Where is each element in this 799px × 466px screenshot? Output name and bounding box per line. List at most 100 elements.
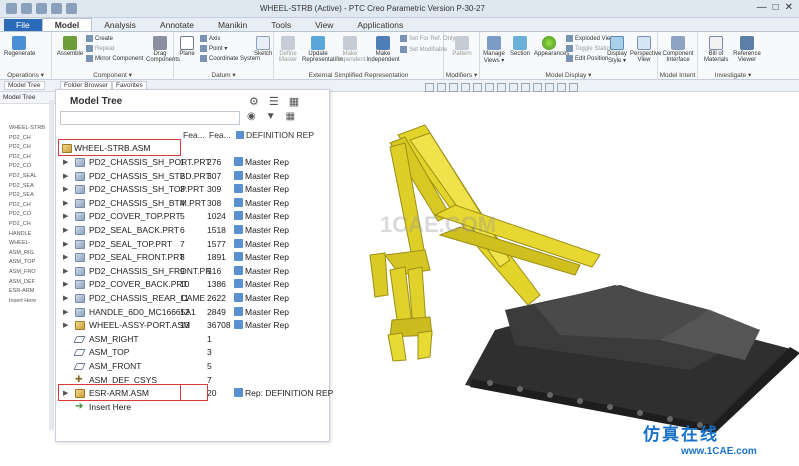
close-icon[interactable]: ✕ [785, 2, 793, 13]
navigator-item[interactable]: WHEEL- [0, 239, 55, 249]
pattern-button[interactable]: Pattern [448, 36, 476, 57]
tree-row[interactable]: ASM_TOP 3 [56, 346, 329, 359]
tree-search-input[interactable] [60, 111, 240, 125]
section-button[interactable]: Section [508, 36, 532, 57]
appearances-button[interactable]: Appearances [534, 36, 569, 57]
refit-icon[interactable] [425, 83, 434, 92]
column-header-definition-rep[interactable]: DEFINITION REP [236, 130, 314, 140]
expand-arrow-icon[interactable]: ▶ [63, 199, 68, 207]
mirror-component-button[interactable]: Mirror Component [86, 55, 143, 62]
navigator-item[interactable]: ESR-ARM [0, 287, 55, 297]
navigator-item[interactable]: WHEEL-STRB [0, 124, 55, 134]
tab-file[interactable]: File [4, 19, 42, 31]
expand-arrow-icon[interactable]: ▶ [63, 172, 68, 180]
navigator-item[interactable]: PD2_CH [0, 201, 55, 211]
navigator-item[interactable]: HANDLE [0, 230, 55, 240]
options-icon[interactable]: ▦ [286, 111, 295, 122]
tree-row[interactable]: ▶ PD2_CHASSIS_SH_TOP.PRT 3 309 Master Rep [56, 183, 329, 196]
navigator-item[interactable]: ASM_FRO [0, 268, 55, 278]
undo-icon[interactable] [51, 3, 62, 14]
display-style-toolbar-icon[interactable] [473, 83, 482, 92]
tab-model[interactable]: Model [41, 18, 93, 31]
repeat-button[interactable]: Repeat [86, 45, 114, 52]
expand-arrow-icon[interactable]: ▶ [63, 267, 68, 275]
sketch-button[interactable]: Sketch [254, 36, 272, 57]
plane-button[interactable]: Plane [178, 36, 196, 57]
tree-settings-icon[interactable]: ⚙ [249, 95, 259, 108]
tree-row[interactable]: ▶ PD2_CHASSIS_REAR_CAME 11 2622 Master Rep [56, 292, 329, 305]
assemble-button[interactable]: Assemble [56, 36, 84, 57]
save-icon[interactable] [36, 3, 47, 14]
regenerate-button[interactable]: Regenerate [4, 36, 35, 57]
tab-analysis[interactable]: Analysis [92, 19, 148, 31]
expand-arrow-icon[interactable]: ▶ [63, 226, 68, 234]
expand-arrow-icon[interactable]: ▶ [63, 212, 68, 220]
navigator-item[interactable]: PD2_SEA [0, 191, 55, 201]
toggle-status-button[interactable]: Toggle Status [566, 45, 611, 52]
tree-row[interactable]: ➔ Insert Here [56, 401, 329, 414]
navigator-item[interactable]: PD2_CH [0, 153, 55, 163]
navigator-item[interactable]: ASM_DEF [0, 278, 55, 288]
tree-row[interactable]: ▶ PD2_SEAL_FRONT.PRT 8 1891 Master Rep [56, 251, 329, 264]
binoculars-icon[interactable]: ◉ [247, 111, 256, 122]
csys-display-icon[interactable] [557, 83, 566, 92]
tree-row[interactable]: ▶ HANDLE_6D0_MC16665A1 12 2849 Master Rep [56, 306, 329, 319]
expand-arrow-icon[interactable]: ▶ [63, 158, 68, 166]
tree-row[interactable]: ▶ PD2_SEAL_BACK.PRT 6 1518 Master Rep [56, 224, 329, 237]
show-menu-icon[interactable]: ☰ [269, 95, 279, 108]
tab-view[interactable]: View [303, 19, 345, 31]
datum-display-icon[interactable] [509, 83, 518, 92]
tab-manikin[interactable]: Manikin [206, 19, 259, 31]
tree-row[interactable]: ▶ PD2_COVER_TOP.PRT 5 1024 Master Rep [56, 210, 329, 223]
tree-row[interactable]: ASM_RIGHT 1 [56, 333, 329, 346]
maximize-icon[interactable]: □ [773, 2, 779, 13]
view-manager-icon[interactable] [497, 83, 506, 92]
navigator-item[interactable]: PD2_CH [0, 220, 55, 230]
zoom-out-icon[interactable] [449, 83, 458, 92]
tab-model-tree[interactable]: Model Tree [4, 81, 45, 90]
create-button[interactable]: Create [86, 35, 113, 42]
tree-row[interactable]: ▶ PD2_CHASSIS_SH_BTM.PRT 4 308 Master Rep [56, 197, 329, 210]
column-header-feat-1[interactable]: Fea... [183, 130, 205, 140]
expand-arrow-icon[interactable]: ▶ [63, 185, 68, 193]
tree-row[interactable]: ▶ WHEEL-ASSY-PORT.ASM 13 36708 Master Rep [56, 319, 329, 332]
open-icon[interactable] [21, 3, 32, 14]
tree-row[interactable]: ▶ PD2_CHASSIS_SH_STBD.PRT 2 307 Master Rep [56, 170, 329, 183]
minimize-icon[interactable]: — [757, 2, 767, 13]
graphics-area[interactable]: 1CAE.COM [330, 95, 799, 450]
navigator-scrollbar[interactable] [49, 100, 54, 430]
spin-center-icon[interactable] [521, 83, 530, 92]
bill-of-materials-button[interactable]: Bill of Materials [704, 36, 728, 63]
new-icon[interactable] [6, 3, 17, 14]
set-modifiable-button[interactable]: Set Modifiable [400, 46, 447, 53]
manage-views-button[interactable]: Manage Views ▾ [482, 36, 506, 64]
tree-row[interactable]: ▶ PD2_CHASSIS_SH_FRONT.PRT 9 516 Master Rep [56, 265, 329, 278]
navigator-item[interactable]: PD2_SEA [0, 182, 55, 192]
tree-row[interactable]: ▶ PD2_COVER_BACK.PRT 10 1386 Master Rep [56, 278, 329, 291]
drag-components-button[interactable]: Drag Components [146, 36, 180, 63]
tree-row[interactable]: ASM_FRONT 5 [56, 360, 329, 373]
tab-applications[interactable]: Applications [345, 19, 415, 31]
navigator-item[interactable]: PD2_CO [0, 162, 55, 172]
column-header-feat-2[interactable]: Fea... [209, 130, 231, 140]
axis-button[interactable]: Axis [200, 35, 220, 42]
tab-annotate[interactable]: Annotate [148, 19, 206, 31]
zoom-in-icon[interactable] [437, 83, 446, 92]
component-interface-button[interactable]: Component Interface [662, 36, 694, 63]
update-representation-button[interactable]: Update Representation [302, 36, 343, 63]
point-button[interactable]: Point ▾ [200, 45, 227, 52]
tab-tools[interactable]: Tools [259, 19, 303, 31]
plane-display-icon[interactable] [569, 83, 578, 92]
coordinate-system-button[interactable]: Coordinate System [200, 55, 260, 62]
reference-viewer-button[interactable]: Reference Viewer [732, 36, 762, 63]
perspective-view-button[interactable]: Perspective View [630, 36, 661, 63]
expand-arrow-icon[interactable]: ▶ [63, 321, 68, 329]
expand-arrow-icon[interactable]: ▶ [63, 294, 68, 302]
navigator-item[interactable]: PD2_CH [0, 134, 55, 144]
expand-arrow-icon[interactable]: ▶ [63, 308, 68, 316]
edit-position-button[interactable]: Edit Position [566, 55, 608, 62]
tree-row[interactable]: ▶ PD2_CHASSIS_SH_PORT.PRT 1 276 Master Rep [56, 156, 329, 169]
make-dependent-button[interactable]: Make Dependent [336, 36, 365, 63]
navigator-item[interactable]: Insert Here [0, 297, 55, 307]
navigator-item[interactable]: ASM_TOP [0, 258, 55, 268]
